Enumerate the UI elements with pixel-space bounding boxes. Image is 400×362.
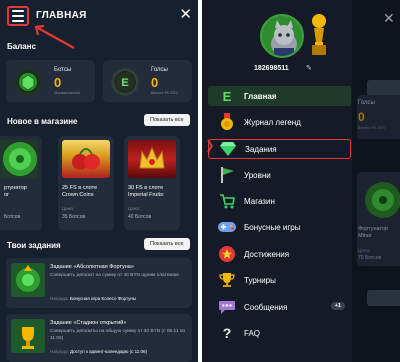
wheel-image [365,182,400,218]
trophy-icon [218,271,236,289]
burger-line-icon [12,15,24,17]
menu-item-label: FAQ [244,328,261,338]
side-menu-screen: ✕ Голсы 0 Валюта ФК 2024 Фортунатор Mino… [202,0,400,362]
svg-text:E: E [121,77,128,89]
dimmed-balance-label: Голсы [358,100,375,106]
reward-label: Награда: [50,296,69,301]
home-e-icon: E [222,88,232,104]
edit-pencil-icon[interactable]: ✎ [306,64,312,72]
menu-item-label: Турниры [244,275,276,285]
balance-title: Баланс [7,42,37,51]
balance-card-botsy[interactable]: Ботсы 0 Игровая валюта [6,60,95,102]
dimmed-show-all [367,290,400,306]
task-description: Совершить депозиты на общую сумму от 30 … [50,329,186,341]
menu-item-bonus-games[interactable]: Бонусные игры [208,217,351,237]
main-screen: ГЛАВНАЯ ✕ Баланс Ботсы 0 Игровая валюта … [0,0,198,362]
screenshot-root: ГЛАВНАЯ ✕ Баланс Ботсы 0 Игровая валюта … [0,0,400,362]
store-product-card[interactable]: 25 FS в слоте Crown Coins Цена: 35 Ботсо… [58,136,114,230]
menu-item-tournaments[interactable]: Турниры [208,270,351,290]
product-name: 25 FS в слоте Crown Coins [62,185,98,198]
annotation-arrow [207,139,214,153]
task-title: Задание «Стадион открытий» [50,320,127,326]
medal-icon [218,113,236,131]
botsy-coin-icon [14,68,42,96]
menu-item-label: Задания [245,144,277,154]
menu-item-label: Журнал легенд [244,117,301,127]
balance-sub: Игровая валюта [54,91,81,95]
menu-item-achievements[interactable]: Достижения [208,244,351,264]
burger-line-icon [12,20,24,22]
balance-value: 0 [151,75,159,90]
show-all-tasks-button[interactable]: Показать все [144,238,190,250]
task-description: Совершить депозит на сумму от 40 BYN одн… [50,273,180,278]
task-reward: Награда: Бонусная игра Колесо Фортуны [50,296,136,301]
store-product-card[interactable]: ртунатор or Ботсов [0,136,42,230]
page-title: ГЛАВНАЯ [36,10,87,21]
menu-burger-button[interactable] [7,6,29,26]
gamepad-icon [218,218,236,236]
product-name: ртунатор or [4,185,27,198]
close-icon: ✕ [383,10,395,26]
wheel-image [0,140,38,178]
avatar[interactable] [260,14,304,58]
user-id: 182698511 [254,65,289,72]
menu-item-label: Сообщения [244,302,288,312]
task-card[interactable]: Задание «Абсолютная Фортуна» Совершить д… [6,258,192,308]
task-title: Задание «Абсолютная Фортуна» [50,264,134,270]
product-price-label: Цена: [62,206,75,211]
tasks-title: Твои задания [7,241,61,250]
question-icon: ? [222,325,232,341]
dimmed-product-price-label: Цена: [358,248,371,253]
balance-card-golsy[interactable]: E Голсы 0 Валюта ФК 2024 [103,60,192,102]
task-card[interactable]: Задание «Стадион открытий» Совершить деп… [6,314,192,362]
reward-label: Награда: [50,349,69,354]
balance-label: Ботсы [54,67,72,73]
menu-item-store[interactable]: Магазин [208,191,351,211]
chat-icon [218,298,236,316]
menu-item-faq[interactable]: ? FAQ [208,323,351,343]
product-price-label: Цена: [128,206,141,211]
show-all-store-button[interactable]: Показать все [144,114,190,126]
burger-line-icon [12,10,24,12]
golsy-coin-icon: E [111,68,139,96]
product-price: 40 Ботсов [128,214,152,220]
product-name: 30 FS в слоте Imperial Fruits: [128,185,165,198]
store-product-card[interactable]: 30 FS в слоте Imperial Fruits: Цена: 40 … [124,136,180,230]
menu-item-levels[interactable]: Уровни [208,165,351,185]
dimmed-product-name: Фортунатор Minor [358,226,389,239]
fortune-wheel-task-icon [11,263,45,297]
new-in-store-title: Новое в магазине [7,117,78,126]
reward-value: Бонусная игра Колесо Фортуны [70,296,137,301]
menu-item-messages[interactable]: Сообщения +1 [208,297,351,317]
product-price: Ботсов [4,214,21,220]
dimmed-balance-value: 0 [358,110,365,124]
messages-count-badge: +1 [330,302,345,310]
menu-item-label: Магазин [244,196,275,206]
task-reward: Награда: Доступ к адвент-календарю (с 11… [50,349,147,354]
balance-value: 0 [54,75,62,90]
menu-item-legends-journal[interactable]: Журнал легенд [208,112,351,132]
balance-label: Голсы [151,67,168,73]
reward-value: Доступ к адвент-календарю (с 11.06) [70,349,148,354]
dimmed-balance-sub: Валюта ФК 2024 [358,126,385,130]
stadium-task-icon [11,319,45,353]
cart-icon [218,192,236,210]
crown-coins-slot-image [62,140,110,178]
menu-item-label: Главная [244,91,277,101]
menu-item-label: Бонусные игры [244,222,301,232]
dimmed-product-price: 70 Ботсов [358,255,382,261]
flag-icon [218,166,236,184]
menu-item-home[interactable]: E Главная [208,86,351,106]
trophy-icon [312,14,326,55]
close-icon[interactable]: ✕ [179,6,192,24]
star-badge-icon [218,245,236,263]
menu-item-label: Уровни [244,170,271,180]
product-price: 35 Ботсов [62,214,86,220]
menu-item-label: Достижения [244,249,290,259]
balance-sub: Валюта ФК 2024 [151,91,178,95]
imperial-fruits-slot-image [128,140,176,178]
